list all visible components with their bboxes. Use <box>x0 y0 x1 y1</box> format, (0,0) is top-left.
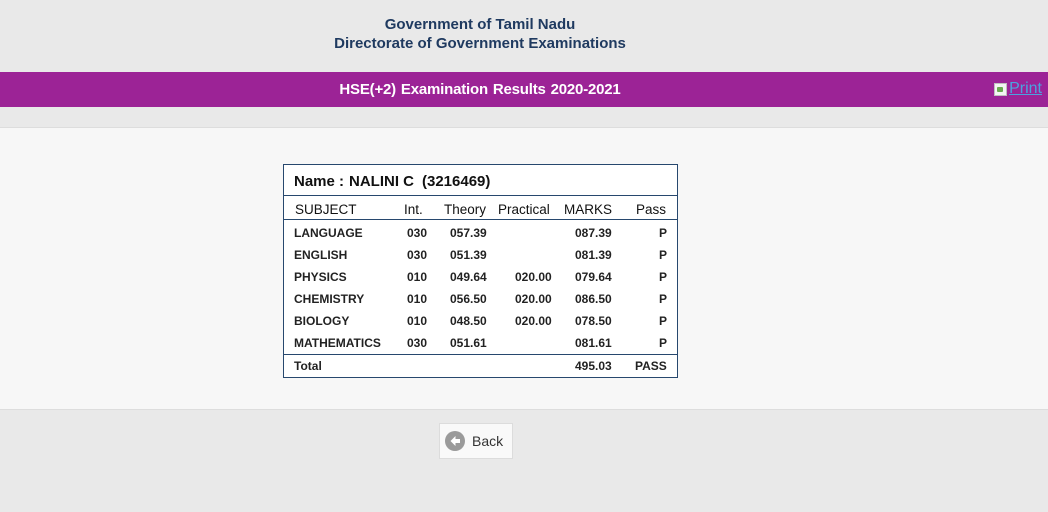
cell-theory: 056.50 <box>450 292 487 306</box>
cell-practical: 020.00 <box>515 314 552 328</box>
cell-marks: 087.39 <box>575 226 612 240</box>
cell-pass: P <box>659 314 668 328</box>
cell-theory: 051.39 <box>450 248 487 262</box>
cell-int: 010 <box>407 314 428 328</box>
cell-pass: P <box>659 226 668 240</box>
cell-theory: 057.39 <box>450 226 487 240</box>
name-label: Name : <box>294 173 345 190</box>
cell-pass: P <box>659 292 668 306</box>
cell-int: 030 <box>407 226 428 240</box>
cell-pass: P <box>659 270 668 284</box>
cell-marks: 078.50 <box>575 314 612 328</box>
cell-marks: 086.50 <box>575 292 612 306</box>
col-header-marks: MARKS <box>564 202 613 217</box>
student-name: NALINI C <box>349 173 414 190</box>
print-image-icon <box>994 82 1008 96</box>
government-title: Government of Tamil Nadu <box>384 16 576 33</box>
total-result: PASS <box>635 359 667 373</box>
cell-subject: LANGUAGE <box>294 226 363 240</box>
cell-subject: CHEMISTRY <box>294 292 365 306</box>
page-header: Government of Tamil Nadu Directorate of … <box>0 0 1048 72</box>
back-label: Back <box>472 433 504 449</box>
cell-int: 010 <box>407 292 428 306</box>
col-header-int: Int. <box>404 202 423 217</box>
cell-int: 010 <box>407 270 428 284</box>
cell-theory: 051.61 <box>450 336 487 350</box>
cell-marks: 079.64 <box>575 270 612 284</box>
cell-theory: 049.64 <box>450 270 487 284</box>
back-arrow-icon <box>445 431 465 451</box>
roll-number: (3216469) <box>422 173 491 190</box>
cell-marks: 081.39 <box>575 248 612 262</box>
student-name-row: Name : NALINI C (3216469) <box>284 165 677 196</box>
col-header-theory: Theory <box>444 202 487 217</box>
print-link[interactable]: Print <box>994 80 1042 98</box>
cell-pass: P <box>659 336 668 350</box>
results-banner: HSE(+2) Examination Results 2020-2021 Pr… <box>0 72 1048 107</box>
back-button[interactable]: Back <box>439 423 513 459</box>
header-divider <box>284 219 677 220</box>
banner-title: HSE(+2) Examination Results 2020-2021 <box>339 81 621 98</box>
cell-theory: 048.50 <box>450 314 487 328</box>
directorate-title: Directorate of Government Examinations <box>334 35 626 52</box>
cell-subject: MATHEMATICS <box>294 336 381 350</box>
content-area: Name : NALINI C (3216469) SUBJECT Int. T… <box>0 127 1048 410</box>
cell-marks: 081.61 <box>575 336 612 350</box>
col-header-subject: SUBJECT <box>295 202 357 217</box>
cell-int: 030 <box>407 248 428 262</box>
cell-subject: PHYSICS <box>294 270 347 284</box>
col-header-practical: Practical <box>498 202 550 217</box>
cell-practical: 020.00 <box>515 292 552 306</box>
print-label: Print <box>1009 80 1042 97</box>
cell-subject: BIOLOGY <box>294 314 350 328</box>
col-header-pass: Pass <box>636 202 667 217</box>
total-label: Total <box>294 359 322 373</box>
cell-practical: 020.00 <box>515 270 552 284</box>
total-marks: 495.03 <box>575 359 612 373</box>
cell-pass: P <box>659 248 668 262</box>
cell-subject: ENGLISH <box>294 248 348 262</box>
cell-int: 030 <box>407 336 428 350</box>
total-divider <box>284 354 677 355</box>
result-table: Name : NALINI C (3216469) SUBJECT Int. T… <box>283 164 678 378</box>
